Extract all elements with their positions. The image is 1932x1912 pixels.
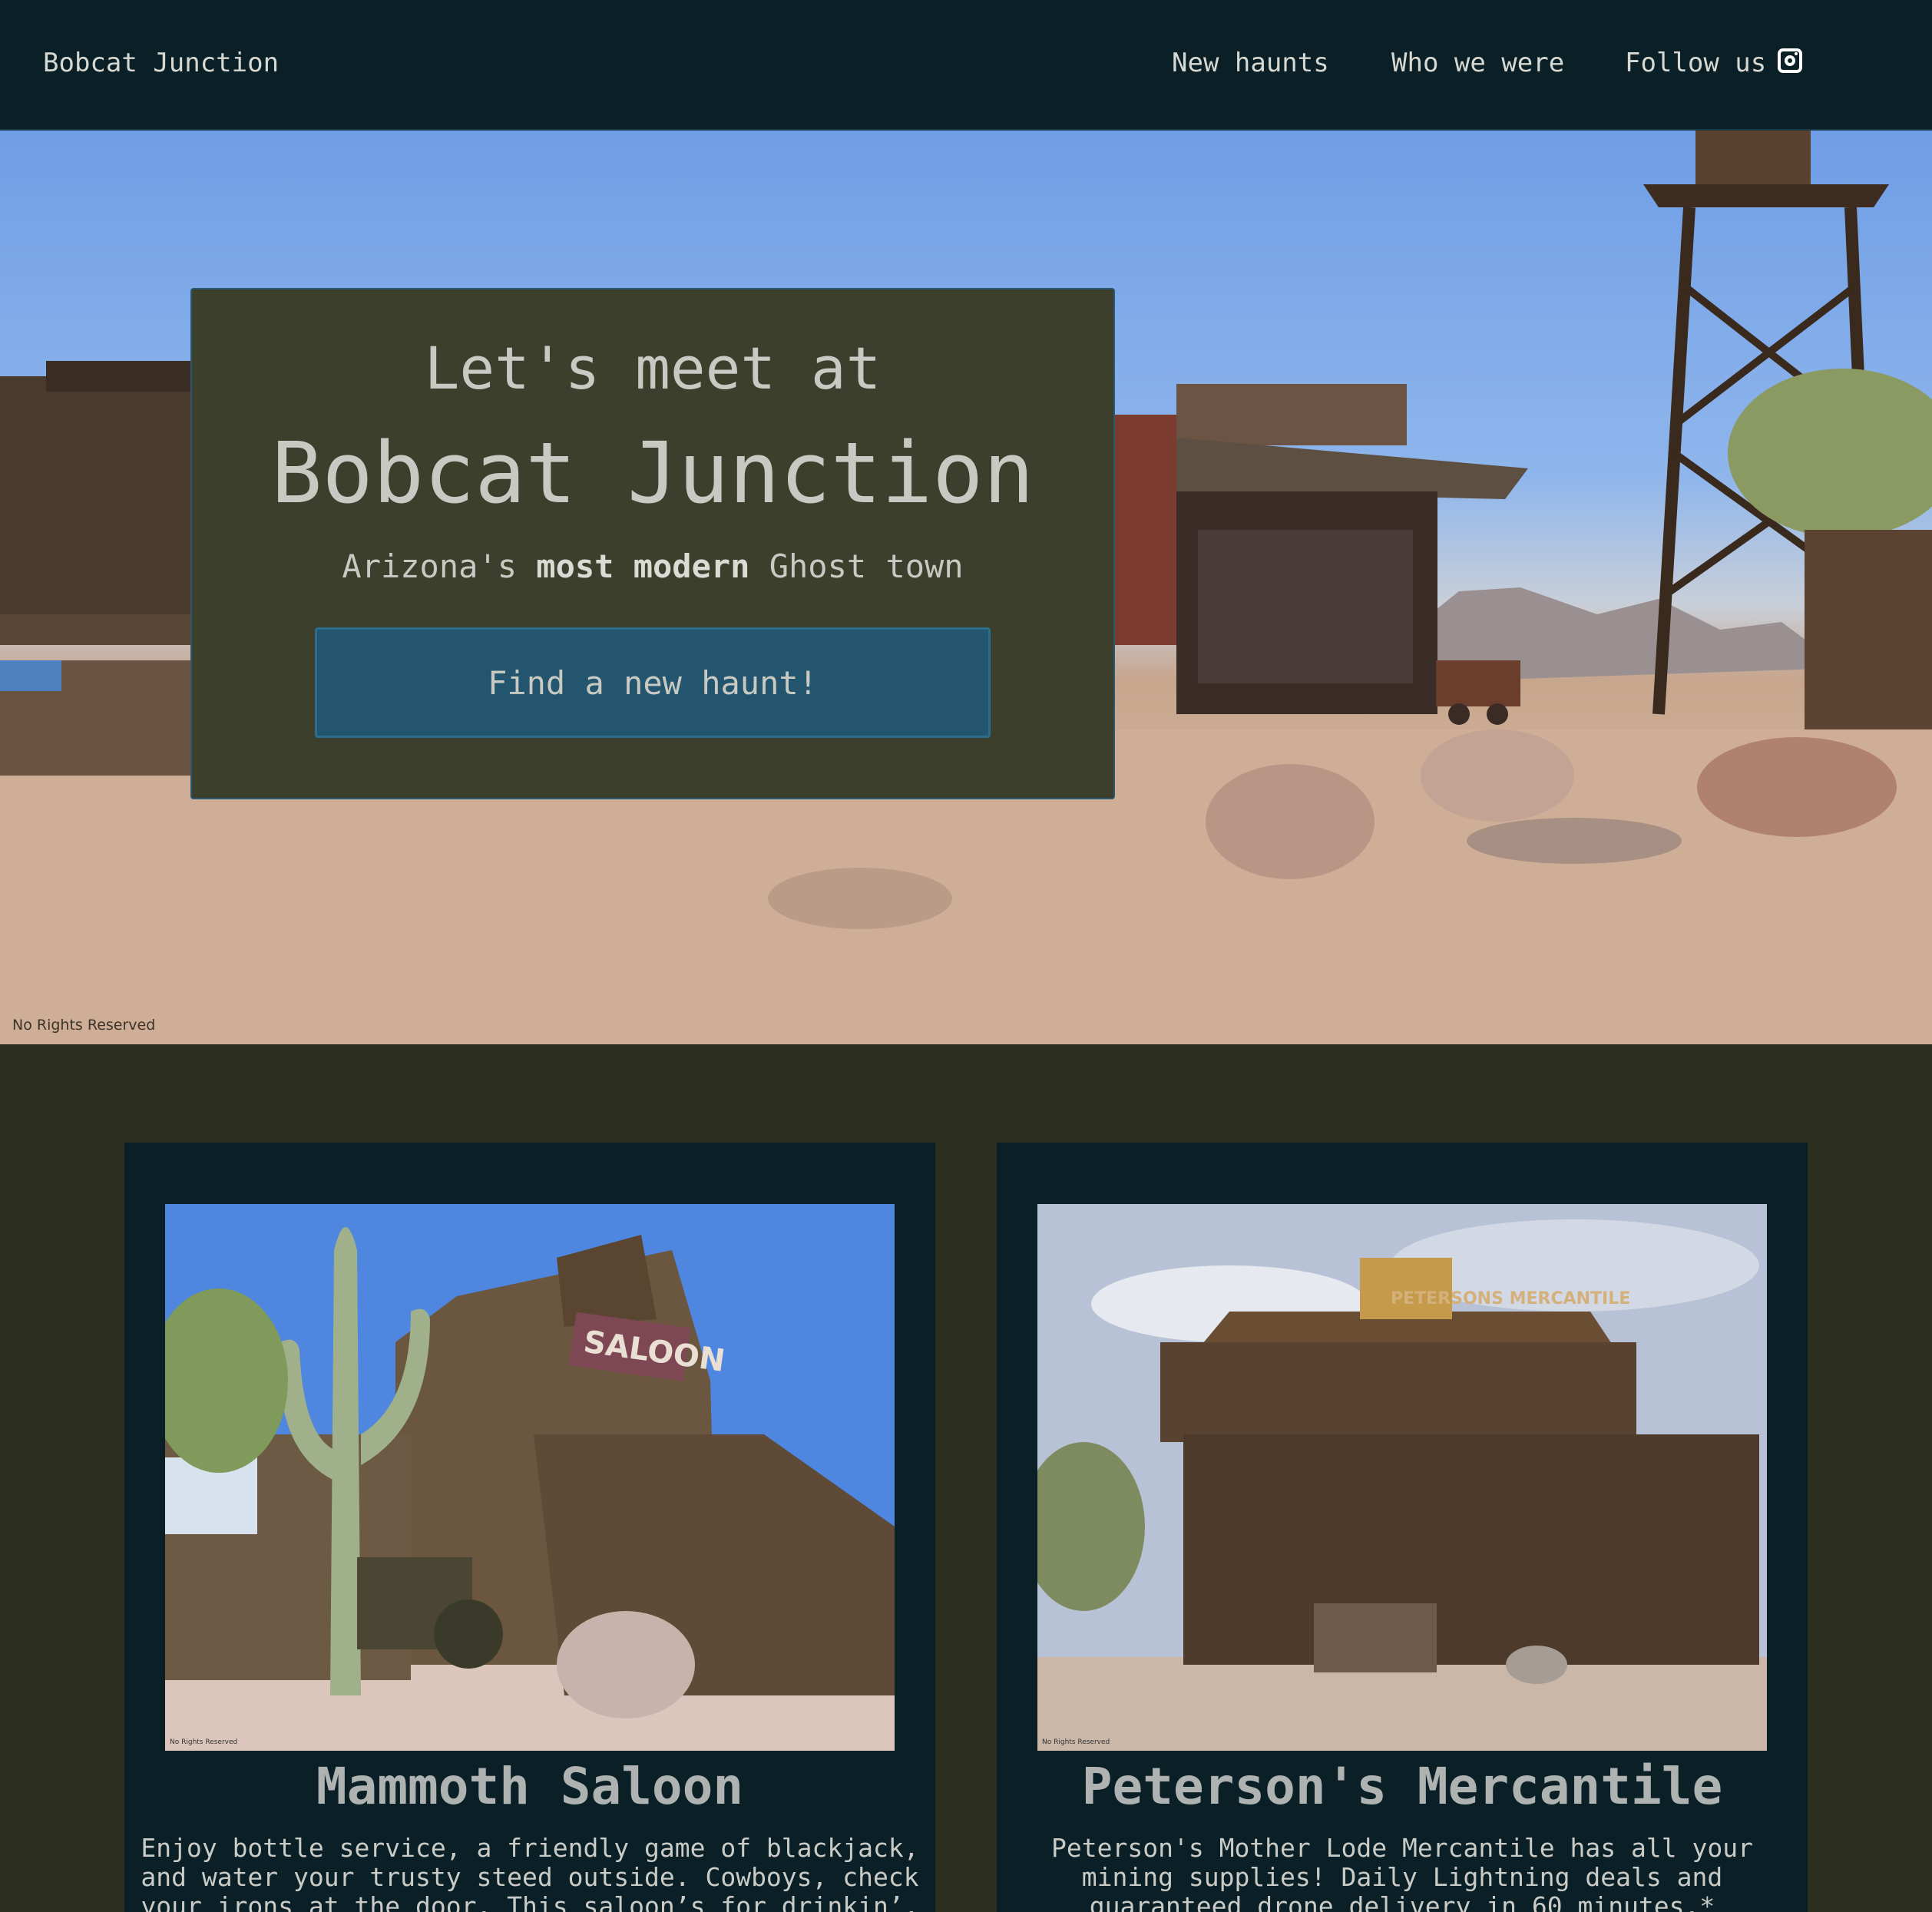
top-nav: Bobcat Junction New haunts Who we were F…: [0, 0, 1932, 131]
hero-photo-credit: No Rights Reserved: [12, 1017, 156, 1034]
saloon-photo-credit: No Rights Reserved: [170, 1738, 238, 1746]
hero-card: Let's meet at Bobcat Junction Arizona's …: [190, 288, 1115, 799]
tagline-post: Ghost town: [749, 547, 964, 585]
card-title: Peterson's Mercantile: [1081, 1757, 1723, 1816]
mercantile-sign-text: PETERSONS MERCANTILE: [1391, 1289, 1630, 1308]
card-title: Mammoth Saloon: [316, 1757, 744, 1816]
card-description: Peterson's Mother Lode Mercantile has al…: [1051, 1833, 1753, 1912]
hero-tagline: Arizona's most modern Ghost town: [192, 547, 1113, 585]
instagram-icon[interactable]: [1778, 48, 1802, 73]
card-petersons-mercantile[interactable]: PETERSONS MERCANTILE No Rights Reserved …: [997, 1143, 1808, 1912]
tagline-emphasis: most modern: [536, 547, 750, 585]
mercantile-photo: PETERSONS MERCANTILE No Rights Reserved: [1037, 1204, 1767, 1751]
mercantile-photo-credit: No Rights Reserved: [1042, 1738, 1110, 1746]
hero-section: No Rights Reserved Let's meet at Bobcat …: [0, 131, 1932, 1044]
card-mammoth-saloon[interactable]: SALOON No Rights Reserved Mammoth Saloon…: [124, 1143, 935, 1912]
nav-link-follow-us[interactable]: Follow us: [1625, 48, 1766, 78]
brand-link[interactable]: Bobcat Junction: [43, 48, 279, 78]
tagline-pre: Arizona's: [342, 547, 537, 585]
nav-link-who-we-were[interactable]: Who we were: [1391, 48, 1564, 78]
find-haunt-button[interactable]: Find a new haunt!: [315, 627, 991, 738]
card-description: Enjoy bottle service, a friendly game of…: [141, 1833, 919, 1912]
nav-link-new-haunts[interactable]: New haunts: [1172, 48, 1329, 78]
hero-title: Bobcat Junction: [271, 424, 1034, 522]
saloon-photo: SALOON No Rights Reserved: [165, 1204, 895, 1751]
hero-intro: Let's meet at: [424, 334, 882, 402]
